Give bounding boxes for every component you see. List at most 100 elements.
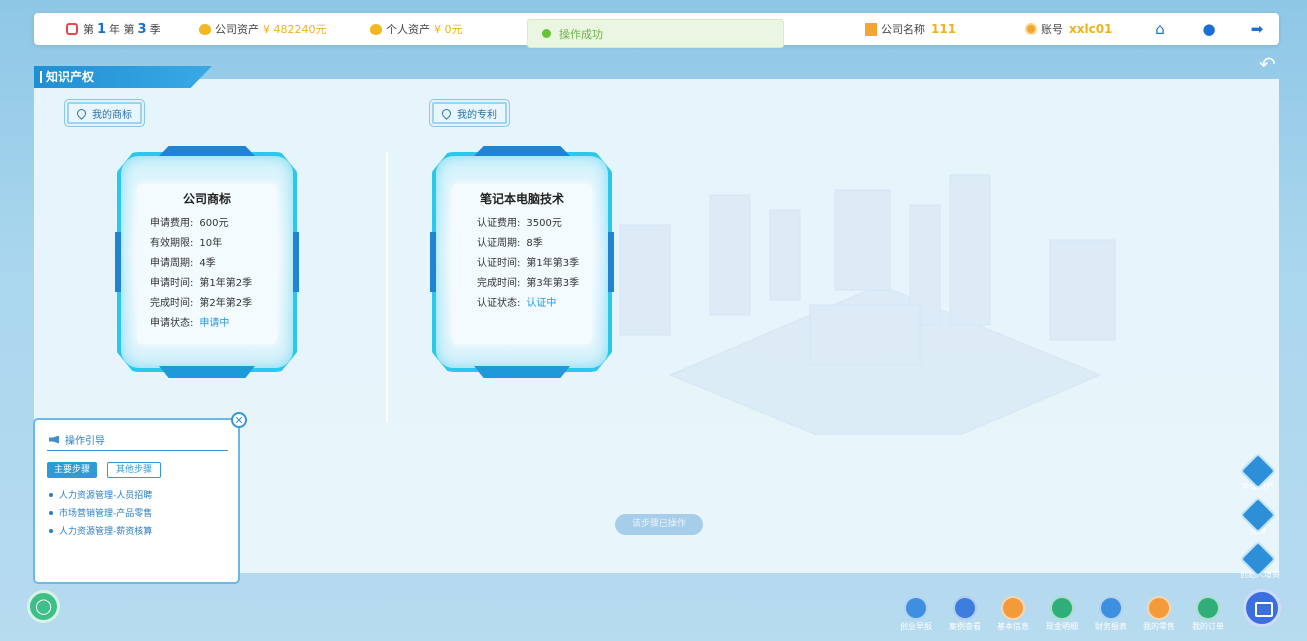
- step-done-button[interactable]: 该步骤已操作: [615, 514, 703, 535]
- row-label: 认证周期:: [477, 238, 521, 249]
- season-prefix: 第: [83, 23, 94, 36]
- status-value: 认证中: [526, 298, 557, 309]
- order-icon: [1196, 596, 1220, 620]
- my-patent-tag-text: 我的专利: [457, 109, 497, 121]
- bullet-icon: [49, 510, 53, 515]
- personal-assets-value: ¥ 0元: [434, 23, 463, 36]
- dock-label: 我的零售: [1143, 622, 1175, 631]
- card-side-right: [293, 232, 299, 292]
- retail-icon: [1147, 596, 1171, 620]
- account: 账号 xxlc01: [1025, 13, 1112, 45]
- row-label: 认证费用:: [477, 218, 521, 229]
- row-label: 申请时间:: [150, 278, 194, 289]
- company-name-label: 公司名称: [881, 23, 925, 36]
- patent-row-status: 认证状态: 认证中: [477, 294, 556, 309]
- section-title-text: 知识产权: [46, 70, 95, 84]
- dock-case-view[interactable]: 案例查看: [945, 596, 985, 632]
- dock-financial-report[interactable]: 财务报表: [1091, 596, 1131, 632]
- patent-card[interactable]: 笔记本电脑技术 认证费用: 3500元 认证周期: 8季 认证时间: 第1年第3季 完…: [430, 146, 614, 378]
- my-trademark-tag-text: 我的商标: [92, 109, 132, 121]
- toolbox-icon[interactable]: [1243, 589, 1281, 627]
- side-app-register[interactable]: 注册: [1239, 496, 1277, 536]
- company-assets: 公司资产 ¥ 482240元: [199, 13, 327, 45]
- row-label: 申请状态:: [150, 318, 194, 329]
- globe-icon[interactable]: ◯: [27, 590, 60, 623]
- side-app-apply-asset[interactable]: 申请资产: [1239, 452, 1277, 492]
- trademark-title: 公司商标: [182, 192, 231, 206]
- dock-label: 案例查看: [949, 622, 981, 631]
- season-label: 季: [149, 23, 161, 36]
- company-assets-value: ¥ 482240元: [263, 23, 327, 36]
- side-app-founder-capital[interactable]: 创始人增资: [1239, 540, 1280, 580]
- dock-label: 基本信息: [997, 622, 1029, 631]
- tab-main-steps[interactable]: 主要步骤: [47, 462, 97, 478]
- dock-my-orders[interactable]: 我的订单: [1188, 596, 1228, 632]
- back-icon[interactable]: ↶: [1259, 52, 1276, 76]
- dock-label: 财务报表: [1095, 622, 1127, 631]
- trademark-row-apply-time: 申请时间: 第1年第2季: [150, 274, 252, 289]
- my-trademark-tag[interactable]: 我的商标: [67, 102, 142, 124]
- card-cap-bottom: [159, 366, 255, 378]
- info-icon: [1001, 596, 1025, 620]
- row-value: 4季: [199, 258, 216, 269]
- success-toast: 操作成功: [527, 19, 784, 48]
- patent-row-finish-time: 完成时间: 第3年第3季: [477, 274, 579, 289]
- my-patent-tag[interactable]: 我的专利: [432, 102, 507, 124]
- dock-daily-news[interactable]: 创业早报: [896, 596, 936, 632]
- divider: [386, 152, 388, 422]
- row-value: 第2年第2季: [199, 298, 253, 309]
- season-number: 3: [137, 21, 147, 37]
- personal-assets: 个人资产 ¥ 0元: [370, 13, 463, 45]
- card-side-left: [430, 232, 436, 292]
- row-label: 申请费用:: [150, 218, 194, 229]
- row-value: 10年: [199, 238, 223, 249]
- row-label: 认证时间:: [477, 258, 521, 269]
- user-icon[interactable]: ●: [1200, 20, 1218, 38]
- row-value: 第1年第2季: [199, 278, 253, 289]
- dock-label: 现金明细: [1046, 622, 1078, 631]
- personal-assets-label: 个人资产: [386, 23, 430, 36]
- tab-other-steps[interactable]: 其他步骤: [107, 462, 161, 478]
- guide-step[interactable]: 人力资源管理-薪资核算: [49, 524, 152, 537]
- dock-basic-info[interactable]: 基本信息: [993, 596, 1033, 632]
- row-value: 8季: [526, 238, 543, 249]
- guide-title: 操作引导: [65, 436, 105, 447]
- guide-step[interactable]: 市场营销管理-产品零售: [49, 506, 152, 519]
- operation-guide: ✕ 操作引导 主要步骤 其他步骤 人力资源管理-人员招聘 市场营销管理-产品零售…: [33, 412, 247, 584]
- trademark-row-status: 申请状态: 申请中: [150, 314, 229, 329]
- dock-my-retail[interactable]: 我的零售: [1139, 596, 1179, 632]
- trademark-row-cycle: 申请周期: 4季: [150, 254, 216, 269]
- trademark-row-fee: 申请费用: 600元: [150, 214, 228, 229]
- dock-label: 创业早报: [900, 622, 932, 631]
- company-name: 公司名称 111: [865, 13, 956, 45]
- account-label: 账号: [1041, 23, 1063, 36]
- patent-row-cycle: 认证周期: 8季: [477, 234, 543, 249]
- card-side-left: [115, 232, 121, 292]
- year-label: 年 第: [109, 23, 135, 36]
- coin-icon: [199, 23, 211, 35]
- bullet-icon: [49, 528, 53, 533]
- guide-step-text: 市场营销管理-产品零售: [59, 509, 153, 519]
- patent-row-cert-time: 认证时间: 第1年第3季: [477, 254, 579, 269]
- check-icon: [542, 29, 551, 38]
- home-icon[interactable]: ⌂: [1151, 20, 1169, 38]
- trademark-card[interactable]: 公司商标 申请费用: 600元 有效期限: 10年 申请周期: 4季 申请时间: 第1年…: [115, 146, 299, 378]
- news-icon: [904, 596, 928, 620]
- guide-step[interactable]: 人力资源管理-人员招聘: [49, 488, 152, 501]
- building-icon: [865, 22, 877, 36]
- patent-row-fee: 认证费用: 3500元: [477, 214, 562, 229]
- bullet-icon: [49, 492, 53, 497]
- close-icon[interactable]: ✕: [231, 412, 247, 428]
- location-icon: [75, 106, 88, 120]
- coin-icon: [370, 23, 382, 35]
- guide-header: 操作引导: [49, 432, 105, 447]
- clock-icon: [66, 23, 78, 35]
- dock-label: 我的订单: [1192, 622, 1224, 631]
- logout-icon[interactable]: ➡: [1248, 20, 1266, 38]
- row-value: 3500元: [526, 218, 562, 229]
- account-value: xxlc01: [1069, 22, 1113, 36]
- cash-icon: [1050, 596, 1074, 620]
- row-label: 认证状态:: [477, 298, 521, 309]
- report-icon: [1099, 596, 1123, 620]
- dock-cash-detail[interactable]: 现金明细: [1042, 596, 1082, 632]
